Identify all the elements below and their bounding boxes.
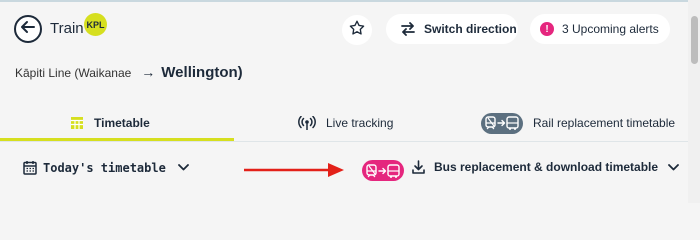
bus-replacement-button[interactable] [362,160,404,181]
star-icon [348,19,366,42]
tab-label: Timetable [94,116,150,130]
divider [0,141,688,142]
route-heading: Kāpiti Line (Waikanae → Wellington) [15,64,243,81]
scrollbar[interactable] [688,0,700,203]
swap-arrows-icon [401,22,415,36]
line-badge: KPL [84,13,107,36]
tab-rail-replacement[interactable]: Rail replacement timetable [481,105,675,141]
back-arrow-icon [20,19,36,40]
route-destination: Wellington) [161,64,243,81]
tab-label: Live tracking [326,116,394,130]
annotation-arrow-icon [244,163,344,177]
mode-title: Train [50,20,84,37]
route-arrow-icon: → [141,64,156,80]
alert-icon: ! [540,22,554,36]
todays-timetable-label: Today's timetable [43,160,166,175]
switch-direction-label: Switch direction [424,22,517,36]
back-button[interactable] [14,15,42,43]
alerts-label: 3 Upcoming alerts [562,22,659,36]
tab-timetable[interactable]: Timetable [70,105,150,141]
calendar-icon [23,161,37,175]
download-timetable-dropdown[interactable]: Bus replacement & download timetable [412,160,679,174]
switch-direction-button[interactable]: Switch direction [386,14,518,44]
scrollbar-thumb[interactable] [691,16,698,64]
tab-label: Rail replacement timetable [533,116,676,130]
download-label: Bus replacement & download timetable [434,160,659,174]
rail-replacement-icon [481,112,523,134]
route-origin: Kāpiti Line (Waikanae [15,66,132,80]
timetable-icon [70,116,84,130]
upcoming-alerts-button[interactable]: ! 3 Upcoming alerts [530,14,670,44]
chevron-down-icon [668,163,679,170]
todays-timetable-dropdown[interactable]: Today's timetable [23,160,189,175]
tab-bar: Timetable Live tracking Rail replacement… [0,105,688,141]
live-tracking-icon [298,116,316,130]
download-icon [412,160,425,174]
chevron-down-icon [177,164,189,171]
favourite-button[interactable] [342,15,372,45]
top-border [0,0,700,2]
rail-replacement-icon [362,160,404,181]
tab-live-tracking[interactable]: Live tracking [298,105,393,141]
